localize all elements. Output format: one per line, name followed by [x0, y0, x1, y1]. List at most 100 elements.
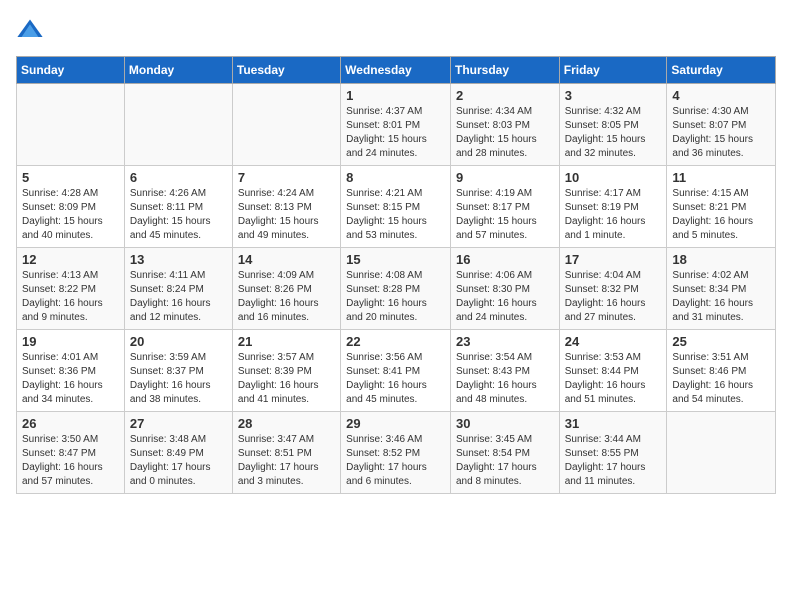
day-cell: 10 Sunrise: 4:17 AM Sunset: 8:19 PM Dayli…	[559, 166, 667, 248]
day-info: Sunrise: 4:30 AM Sunset: 8:07 PM Dayligh…	[672, 105, 770, 161]
day-cell: 14 Sunrise: 4:09 AM Sunset: 8:26 PM Dayli…	[232, 248, 340, 330]
day-number: 12	[22, 252, 119, 267]
day-info: Sunrise: 4:17 AM Sunset: 8:19 PM Dayligh…	[565, 187, 662, 243]
day-info: Sunrise: 3:59 AM Sunset: 8:37 PM Dayligh…	[130, 351, 227, 407]
day-info: Sunrise: 4:37 AM Sunset: 8:01 PM Dayligh…	[346, 105, 445, 161]
day-number: 30	[456, 416, 554, 431]
header-tuesday: Tuesday	[232, 57, 340, 84]
week-row-2: 5Sunrise: 4:28 AM Sunset: 8:09 PM Daylig…	[17, 166, 776, 248]
day-number: 23	[456, 334, 554, 349]
header-friday: Friday	[559, 57, 667, 84]
week-row-4: 19Sunrise: 4:01 AM Sunset: 8:36 PM Dayli…	[17, 330, 776, 412]
day-info: Sunrise: 3:44 AM Sunset: 8:55 PM Dayligh…	[565, 433, 662, 489]
logo	[16, 16, 48, 44]
calendar-body: 1 Sunrise: 4:37 AM Sunset: 8:01 PM Daylig…	[17, 84, 776, 494]
day-number: 25	[672, 334, 770, 349]
day-info: Sunrise: 4:08 AM Sunset: 8:28 PM Dayligh…	[346, 269, 445, 325]
day-number: 3	[565, 88, 662, 103]
day-cell: 21 Sunrise: 3:57 AM Sunset: 8:39 PM Dayli…	[232, 330, 340, 412]
day-number: 28	[238, 416, 335, 431]
day-info: Sunrise: 4:13 AM Sunset: 8:22 PM Dayligh…	[22, 269, 119, 325]
day-info: Sunrise: 4:21 AM Sunset: 8:15 PM Dayligh…	[346, 187, 445, 243]
day-info: Sunrise: 3:45 AM Sunset: 8:54 PM Dayligh…	[456, 433, 554, 489]
day-info: Sunrise: 4:04 AM Sunset: 8:32 PM Dayligh…	[565, 269, 662, 325]
day-cell: 17 Sunrise: 4:04 AM Sunset: 8:32 PM Dayli…	[559, 248, 667, 330]
day-cell: 7Sunrise: 4:24 AM Sunset: 8:13 PM Daylig…	[232, 166, 340, 248]
day-cell	[124, 84, 232, 166]
day-cell: 3 Sunrise: 4:32 AM Sunset: 8:05 PM Daylig…	[559, 84, 667, 166]
day-number: 11	[672, 170, 770, 185]
day-cell: 24Sunrise: 3:53 AM Sunset: 8:44 PM Dayli…	[559, 330, 667, 412]
day-cell: 4 Sunrise: 4:30 AM Sunset: 8:07 PM Daylig…	[667, 84, 776, 166]
day-cell	[232, 84, 340, 166]
day-info: Sunrise: 3:48 AM Sunset: 8:49 PM Dayligh…	[130, 433, 227, 489]
day-number: 10	[565, 170, 662, 185]
day-cell: 5Sunrise: 4:28 AM Sunset: 8:09 PM Daylig…	[17, 166, 125, 248]
day-cell: 28Sunrise: 3:47 AM Sunset: 8:51 PM Dayli…	[232, 412, 340, 494]
day-cell: 12 Sunrise: 4:13 AM Sunset: 8:22 PM Dayli…	[17, 248, 125, 330]
logo-icon	[16, 16, 44, 44]
day-info: Sunrise: 3:51 AM Sunset: 8:46 PM Dayligh…	[672, 351, 770, 407]
day-number: 27	[130, 416, 227, 431]
day-cell: 6Sunrise: 4:26 AM Sunset: 8:11 PM Daylig…	[124, 166, 232, 248]
page-header	[16, 16, 776, 44]
header-sunday: Sunday	[17, 57, 125, 84]
day-number: 15	[346, 252, 445, 267]
day-number: 6	[130, 170, 227, 185]
day-info: Sunrise: 4:09 AM Sunset: 8:26 PM Dayligh…	[238, 269, 335, 325]
day-cell: 8 Sunrise: 4:21 AM Sunset: 8:15 PM Daylig…	[341, 166, 451, 248]
day-cell: 13 Sunrise: 4:11 AM Sunset: 8:24 PM Dayli…	[124, 248, 232, 330]
day-number: 21	[238, 334, 335, 349]
day-info: Sunrise: 3:46 AM Sunset: 8:52 PM Dayligh…	[346, 433, 445, 489]
day-number: 18	[672, 252, 770, 267]
day-number: 4	[672, 88, 770, 103]
day-number: 29	[346, 416, 445, 431]
day-info: Sunrise: 3:50 AM Sunset: 8:47 PM Dayligh…	[22, 433, 119, 489]
day-number: 26	[22, 416, 119, 431]
header-thursday: Thursday	[450, 57, 559, 84]
day-info: Sunrise: 4:32 AM Sunset: 8:05 PM Dayligh…	[565, 105, 662, 161]
day-cell: 27 Sunrise: 3:48 AM Sunset: 8:49 PM Dayli…	[124, 412, 232, 494]
day-number: 13	[130, 252, 227, 267]
day-number: 1	[346, 88, 445, 103]
day-cell: 18 Sunrise: 4:02 AM Sunset: 8:34 PM Dayli…	[667, 248, 776, 330]
day-cell: 23Sunrise: 3:54 AM Sunset: 8:43 PM Dayli…	[450, 330, 559, 412]
day-cell	[17, 84, 125, 166]
day-number: 5	[22, 170, 119, 185]
day-cell: 30 Sunrise: 3:45 AM Sunset: 8:54 PM Dayli…	[450, 412, 559, 494]
day-cell: 16Sunrise: 4:06 AM Sunset: 8:30 PM Dayli…	[450, 248, 559, 330]
day-number: 2	[456, 88, 554, 103]
day-number: 20	[130, 334, 227, 349]
day-number: 31	[565, 416, 662, 431]
day-cell: 1 Sunrise: 4:37 AM Sunset: 8:01 PM Daylig…	[341, 84, 451, 166]
day-cell	[667, 412, 776, 494]
day-number: 19	[22, 334, 119, 349]
day-info: Sunrise: 4:34 AM Sunset: 8:03 PM Dayligh…	[456, 105, 554, 161]
header-saturday: Saturday	[667, 57, 776, 84]
day-info: Sunrise: 4:15 AM Sunset: 8:21 PM Dayligh…	[672, 187, 770, 243]
header-row: SundayMondayTuesdayWednesdayThursdayFrid…	[17, 57, 776, 84]
day-info: Sunrise: 4:02 AM Sunset: 8:34 PM Dayligh…	[672, 269, 770, 325]
week-row-1: 1 Sunrise: 4:37 AM Sunset: 8:01 PM Daylig…	[17, 84, 776, 166]
day-cell: 19Sunrise: 4:01 AM Sunset: 8:36 PM Dayli…	[17, 330, 125, 412]
day-cell: 26 Sunrise: 3:50 AM Sunset: 8:47 PM Dayli…	[17, 412, 125, 494]
day-cell: 9Sunrise: 4:19 AM Sunset: 8:17 PM Daylig…	[450, 166, 559, 248]
day-number: 7	[238, 170, 335, 185]
day-cell: 31 Sunrise: 3:44 AM Sunset: 8:55 PM Dayli…	[559, 412, 667, 494]
day-number: 8	[346, 170, 445, 185]
day-number: 17	[565, 252, 662, 267]
calendar-table: SundayMondayTuesdayWednesdayThursdayFrid…	[16, 56, 776, 494]
day-number: 14	[238, 252, 335, 267]
calendar-header: SundayMondayTuesdayWednesdayThursdayFrid…	[17, 57, 776, 84]
day-cell: 29 Sunrise: 3:46 AM Sunset: 8:52 PM Dayli…	[341, 412, 451, 494]
day-info: Sunrise: 4:06 AM Sunset: 8:30 PM Dayligh…	[456, 269, 554, 325]
day-info: Sunrise: 4:11 AM Sunset: 8:24 PM Dayligh…	[130, 269, 227, 325]
week-row-3: 12 Sunrise: 4:13 AM Sunset: 8:22 PM Dayli…	[17, 248, 776, 330]
day-number: 9	[456, 170, 554, 185]
day-number: 24	[565, 334, 662, 349]
day-cell: 25 Sunrise: 3:51 AM Sunset: 8:46 PM Dayli…	[667, 330, 776, 412]
day-cell: 15 Sunrise: 4:08 AM Sunset: 8:28 PM Dayli…	[341, 248, 451, 330]
header-monday: Monday	[124, 57, 232, 84]
day-cell: 2 Sunrise: 4:34 AM Sunset: 8:03 PM Daylig…	[450, 84, 559, 166]
day-info: Sunrise: 3:57 AM Sunset: 8:39 PM Dayligh…	[238, 351, 335, 407]
